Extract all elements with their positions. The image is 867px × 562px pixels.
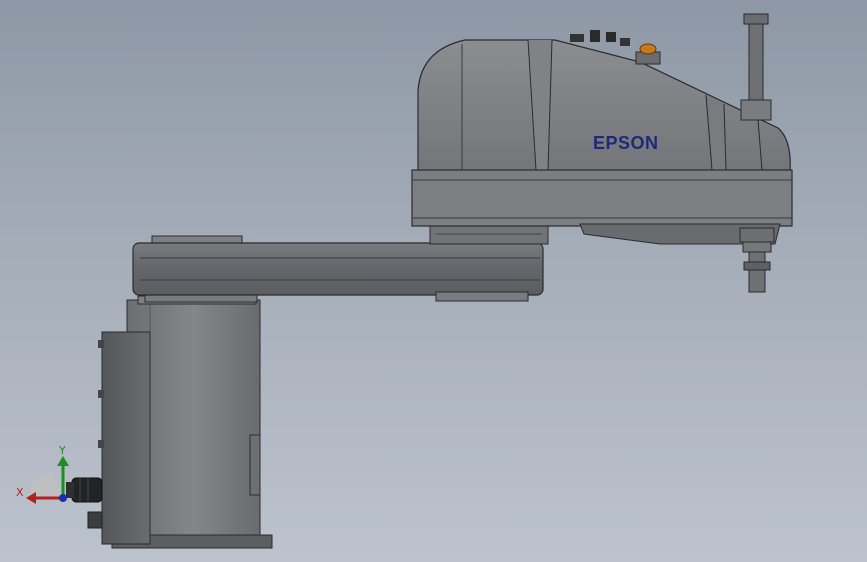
arm-joint — [429, 223, 549, 245]
robot-arm-1[interactable] — [132, 235, 544, 303]
z-axis-dot-icon — [59, 494, 67, 502]
status-lamp-icon — [639, 43, 657, 55]
robot-arm-2-housing[interactable]: EPSON — [411, 39, 793, 245]
epson-logo: EPSON — [593, 133, 659, 153]
coordinate-triad: Y X — [16, 444, 69, 504]
connector-panel — [87, 331, 151, 545]
x-axis-label: X — [16, 486, 24, 499]
y-axis-label: Y — [58, 444, 66, 457]
graphics-viewport[interactable]: EPSON Y X — [0, 0, 867, 562]
cable-connector — [66, 477, 103, 503]
scara-robot-model[interactable]: EPSON Y X — [0, 0, 867, 562]
